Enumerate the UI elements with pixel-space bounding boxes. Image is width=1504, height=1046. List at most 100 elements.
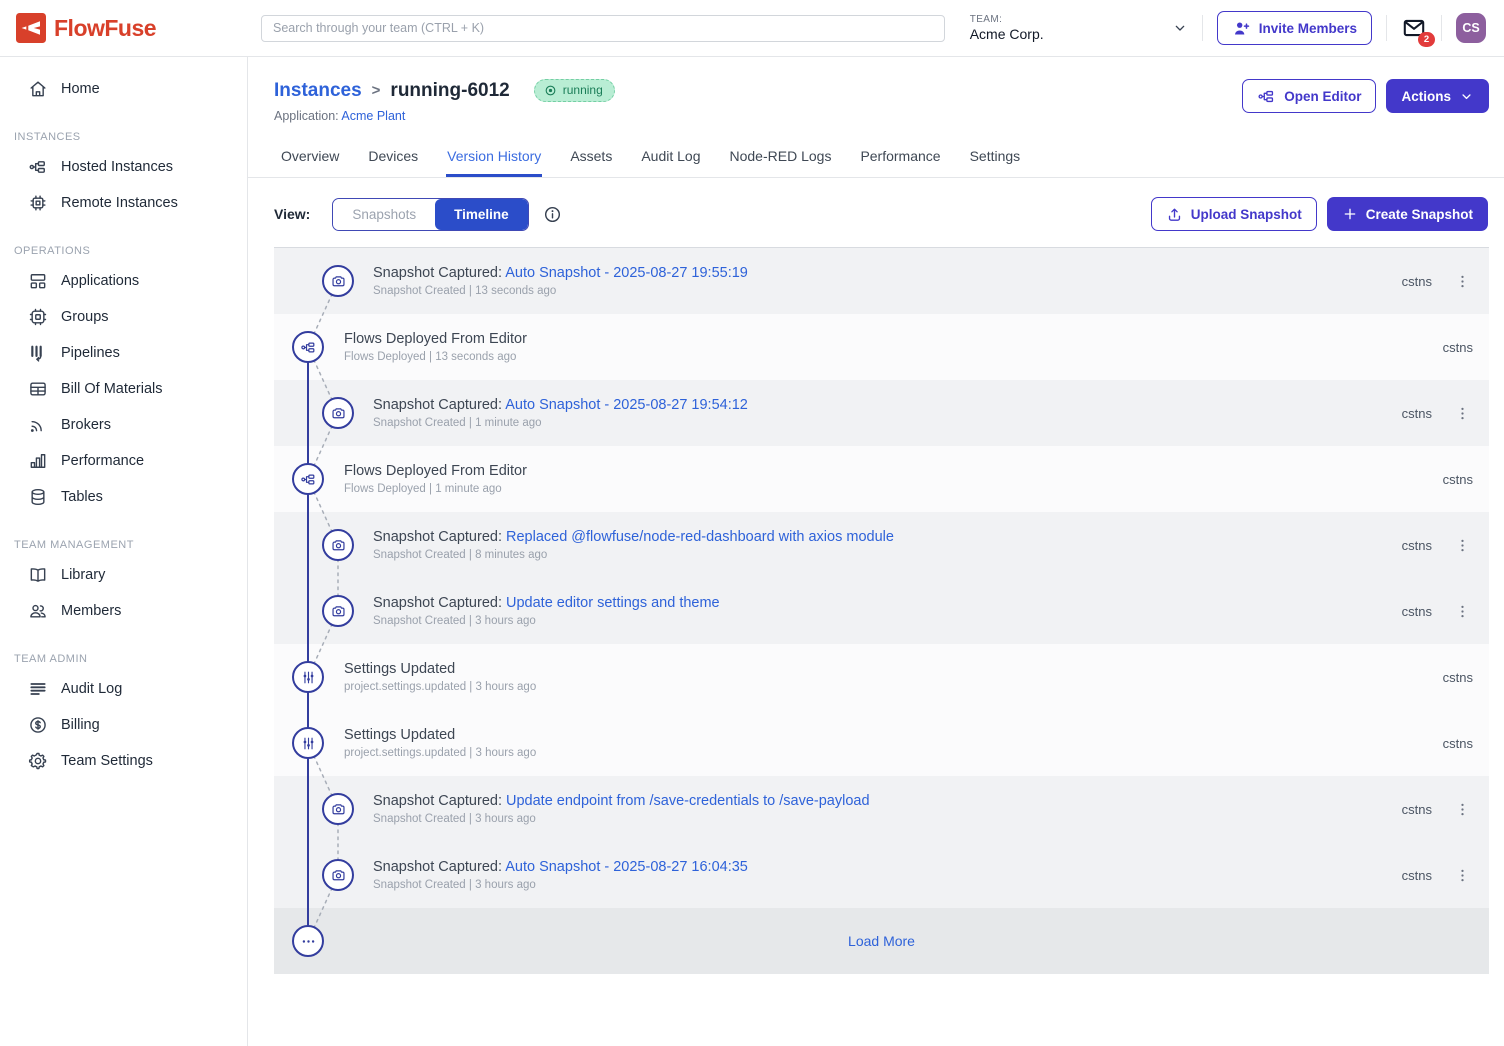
timeline-row-meta: Snapshot Created | 3 hours ago	[373, 615, 720, 627]
snapshot-link[interactable]: Auto Snapshot - 2025-08-27 19:55:19	[505, 265, 748, 281]
row-menu-button[interactable]	[1452, 403, 1473, 424]
load-more-row: Load More	[274, 908, 1489, 974]
tab-devices[interactable]: Devices	[367, 139, 419, 177]
team-selector[interactable]: TEAM: Acme Corp.	[970, 14, 1188, 42]
notification-badge: 2	[1418, 32, 1435, 47]
view-toggle-snapshots[interactable]: Snapshots	[333, 199, 435, 230]
row-user: cstns	[1402, 868, 1432, 883]
page-title: running-6012	[390, 80, 509, 102]
sidebar-item-label: Bill Of Materials	[61, 381, 163, 397]
sidebar-item-label: Brokers	[61, 417, 111, 433]
tab-audit-log[interactable]: Audit Log	[640, 139, 701, 177]
applications-icon	[28, 271, 48, 291]
load-more-link[interactable]: Load More	[274, 933, 1489, 949]
timeline-row-meta: project.settings.updated | 3 hours ago	[344, 747, 536, 759]
view-toggle-timeline[interactable]: Timeline	[435, 199, 528, 230]
sidebar-item-pipelines[interactable]: Pipelines	[0, 335, 247, 371]
timeline-row-meta: Flows Deployed | 1 minute ago	[344, 483, 527, 495]
timeline-row: Settings Updatedproject.settings.updated…	[274, 644, 1489, 710]
tab-node-red-logs[interactable]: Node-RED Logs	[729, 139, 833, 177]
avatar[interactable]: CS	[1456, 13, 1486, 43]
timeline-row-text: Snapshot Captured: Auto Snapshot - 2025-…	[373, 859, 748, 891]
user-plus-icon	[1232, 19, 1251, 38]
sidebar-item-label: Library	[61, 567, 105, 583]
invite-members-button[interactable]: Invite Members	[1217, 11, 1372, 45]
row-menu-button[interactable]	[1452, 799, 1473, 820]
timeline-row: Snapshot Captured: Update endpoint from …	[274, 776, 1489, 842]
sidebar-item-library[interactable]: Library	[0, 557, 247, 593]
sidebar-item-label: Remote Instances	[61, 195, 178, 211]
view-toggle: SnapshotsTimeline	[332, 198, 528, 231]
row-menu-button[interactable]	[1452, 535, 1473, 556]
snapshot-link[interactable]: Auto Snapshot - 2025-08-27 16:04:35	[505, 859, 748, 875]
timeline-row-title: Snapshot Captured:	[373, 793, 502, 809]
node-red-editor-icon	[1257, 87, 1276, 106]
kebab-icon	[1454, 801, 1471, 818]
sidebar-item-performance[interactable]: Performance	[0, 443, 247, 479]
sidebar-item-bill-of-materials[interactable]: Bill Of Materials	[0, 371, 247, 407]
info-icon[interactable]	[543, 205, 562, 224]
timeline-row-title: Settings Updated	[344, 727, 455, 743]
groups-icon	[28, 307, 48, 327]
tab-assets[interactable]: Assets	[569, 139, 613, 177]
timeline-row-text: Snapshot Captured: Update editor setting…	[373, 595, 720, 627]
sidebar-item-members[interactable]: Members	[0, 593, 247, 629]
notifications-button[interactable]: 2	[1401, 15, 1427, 41]
deploy-icon	[292, 331, 324, 363]
sidebar-item-team-settings[interactable]: Team Settings	[0, 743, 247, 779]
sidebar-item-home[interactable]: Home	[0, 71, 247, 107]
sidebar-item-remote-instances[interactable]: Remote Instances	[0, 185, 247, 221]
kebab-icon	[1454, 273, 1471, 290]
audit-log-icon	[28, 679, 48, 699]
home-icon	[28, 79, 48, 99]
plus-icon	[1342, 206, 1358, 222]
invite-members-label: Invite Members	[1259, 21, 1357, 36]
team-name: Acme Corp.	[970, 26, 1044, 42]
upload-icon	[1166, 206, 1183, 223]
snapshot-link[interactable]: Update endpoint from /save-credentials t…	[506, 793, 870, 809]
row-menu-button[interactable]	[1452, 865, 1473, 886]
snapshot-link[interactable]: Replaced @flowfuse/node-red-dashboard wi…	[506, 529, 894, 545]
sidebar-item-applications[interactable]: Applications	[0, 263, 247, 299]
tab-version-history[interactable]: Version History	[446, 139, 542, 177]
tab-bar: Overview Devices Version History Assets Audi…	[248, 139, 1504, 178]
flowfuse-app: FlowFuse TEAM: Acme Corp. Invite Members	[0, 0, 1504, 1046]
sidebar-item-audit-log[interactable]: Audit Log	[0, 671, 247, 707]
snapshot-link[interactable]: Update editor settings and theme	[506, 595, 720, 611]
sidebar-item-groups[interactable]: Groups	[0, 299, 247, 335]
create-snapshot-button[interactable]: Create Snapshot	[1327, 197, 1488, 231]
tab-overview[interactable]: Overview	[280, 139, 340, 177]
timeline-row-title: Snapshot Captured:	[373, 859, 502, 875]
row-menu-button[interactable]	[1452, 271, 1473, 292]
breadcrumb-instances-link[interactable]: Instances	[274, 80, 362, 102]
camera-icon	[322, 859, 354, 891]
timeline-row: Snapshot Captured: Auto Snapshot - 2025-…	[274, 248, 1489, 314]
application-line: Application: Acme Plant	[274, 109, 615, 123]
divider	[1202, 15, 1203, 41]
sidebar-item-brokers[interactable]: Brokers	[0, 407, 247, 443]
sidebar-item-label: Home	[61, 81, 100, 97]
row-menu-button[interactable]	[1452, 601, 1473, 622]
sidebar-item-hosted-instances[interactable]: Hosted Instances	[0, 149, 247, 185]
pipelines-icon	[28, 343, 48, 363]
tab-settings[interactable]: Settings	[969, 139, 1022, 177]
status-badge-label: running	[563, 83, 603, 97]
flowfuse-logo[interactable]: FlowFuse	[0, 13, 248, 43]
row-user: cstns	[1443, 670, 1473, 685]
view-label: View:	[274, 206, 310, 222]
search-input[interactable]	[261, 15, 945, 42]
snapshot-link[interactable]: Auto Snapshot - 2025-08-27 19:54:12	[505, 397, 748, 413]
tab-performance[interactable]: Performance	[859, 139, 941, 177]
upload-snapshot-button[interactable]: Upload Snapshot	[1151, 197, 1317, 231]
actions-label: Actions	[1401, 89, 1451, 104]
timeline-row-title: Snapshot Captured:	[373, 397, 502, 413]
sidebar-item-tables[interactable]: Tables	[0, 479, 247, 515]
open-editor-button[interactable]: Open Editor	[1242, 79, 1376, 113]
timeline-row-text: Snapshot Captured: Auto Snapshot - 2025-…	[373, 265, 748, 297]
status-running-icon	[544, 84, 557, 97]
sidebar-item-billing[interactable]: Billing	[0, 707, 247, 743]
actions-button[interactable]: Actions	[1386, 79, 1489, 113]
timeline-row-text: Flows Deployed From EditorFlows Deployed…	[344, 331, 527, 363]
application-link[interactable]: Acme Plant	[341, 109, 405, 123]
row-user: cstns	[1402, 604, 1432, 619]
